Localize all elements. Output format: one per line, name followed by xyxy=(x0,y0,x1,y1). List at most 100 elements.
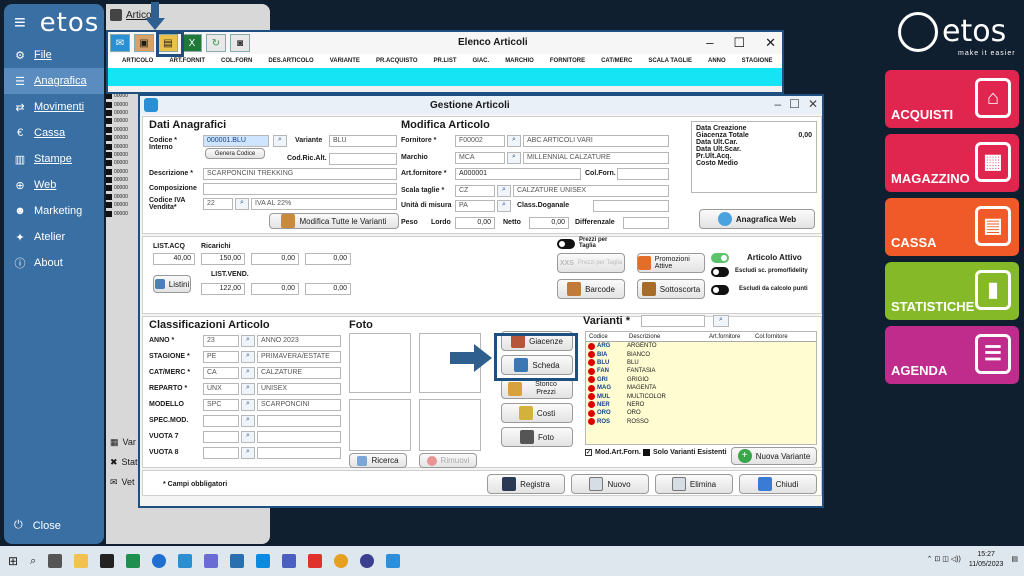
table-row[interactable]: ARG ARGENTO xyxy=(586,342,816,350)
solo-varianti-checkbox[interactable]: Solo Varianti Esistenti xyxy=(643,449,727,456)
minimize-icon[interactable]: – xyxy=(774,97,781,111)
anagrafica-web-button[interactable]: Anagrafica Web xyxy=(699,209,815,229)
modifica-varianti-button[interactable]: Modifica Tutte le Varianti xyxy=(269,213,399,229)
table-row[interactable]: BIA BIANCO xyxy=(586,350,816,359)
search-icon[interactable]: ⌕ xyxy=(241,415,255,427)
maximize-icon[interactable]: ☐ xyxy=(733,35,745,51)
table-row[interactable]: FAN FANTASIA xyxy=(586,367,816,375)
tile-statistiche[interactable]: STATISTICHE ▮ xyxy=(885,262,1019,320)
column-header[interactable]: VARIANTE xyxy=(330,58,360,64)
table-row[interactable]: ROS ROSSO xyxy=(586,418,816,426)
column-header[interactable]: FORNITORE xyxy=(550,58,585,64)
marchio-desc-field[interactable]: MILLENNIAL CALZATURE xyxy=(523,152,669,164)
listini-button[interactable]: Listini xyxy=(153,275,191,293)
tray-icons[interactable]: ⌃ ⊡ ◫ ◁)) xyxy=(927,555,961,565)
fornitore-code-field[interactable]: F00002 xyxy=(455,135,505,147)
classificazione-desc-field[interactable] xyxy=(257,447,341,459)
tile-acquisti[interactable]: ACQUISTI ⌂ xyxy=(885,70,1019,128)
sidebar-item-web[interactable]: ⊕ Web xyxy=(4,172,104,198)
search-icon[interactable]: ⌕ xyxy=(507,135,521,147)
sidebar-item-anagrafica[interactable]: ☰ Anagrafica xyxy=(4,68,104,94)
search-icon[interactable]: ⌕ xyxy=(241,335,255,347)
search-icon[interactable]: ⌕ xyxy=(241,351,255,363)
search-icon[interactable]: ⌕ xyxy=(497,185,511,197)
classificazione-code-field[interactable]: CA xyxy=(203,367,239,379)
classificazione-code-field[interactable] xyxy=(203,447,239,459)
teams-icon[interactable] xyxy=(282,554,297,568)
search-icon[interactable]: ⌕ xyxy=(497,200,511,212)
column-header[interactable]: SCALA TAGLIE xyxy=(648,58,692,64)
app-green-icon[interactable] xyxy=(126,554,141,568)
column-header[interactable]: COL.FORN xyxy=(221,58,252,64)
nuova-variante-button[interactable]: + Nuova Variante xyxy=(731,447,817,465)
edge-icon[interactable] xyxy=(152,554,167,568)
column-header[interactable]: DES.ARTICOLO xyxy=(268,58,313,64)
varianti-search-field[interactable] xyxy=(641,315,705,327)
column-header[interactable]: Art.fornitore xyxy=(706,334,752,340)
search-icon[interactable]: ⌕ xyxy=(241,431,255,443)
sidebar-item-movimenti[interactable]: ⇄ Movimenti xyxy=(4,94,104,120)
cod-ric-alt-field[interactable] xyxy=(329,153,397,165)
sidebar-item-atelier[interactable]: ✦ Atelier xyxy=(4,224,104,250)
articolo-attivo-toggle[interactable] xyxy=(711,253,729,263)
column-header[interactable]: Codice xyxy=(586,334,626,340)
class-doganale-field[interactable] xyxy=(593,200,669,212)
foto-button[interactable]: Foto xyxy=(501,427,573,447)
list-vend-2-field[interactable]: 0,00 xyxy=(251,283,299,295)
art-fornitore-field[interactable]: A000001 xyxy=(455,168,581,180)
classificazione-code-field[interactable]: UNX xyxy=(203,383,239,395)
list-vend-1-field[interactable]: 122,00 xyxy=(201,283,245,295)
windows-start-icon[interactable]: ⊞ xyxy=(8,554,18,568)
escludi-calcolo-toggle[interactable] xyxy=(711,285,729,295)
sidebar-item-cassa[interactable]: € Cassa xyxy=(4,120,104,146)
registra-button[interactable]: Registra xyxy=(487,474,565,494)
prezzi-taglia-toggle[interactable] xyxy=(557,239,575,249)
codice-iva-code-field[interactable]: 22 xyxy=(203,198,233,210)
column-header[interactable]: MARCHIO xyxy=(505,58,534,64)
ricerca-button[interactable]: Ricerca xyxy=(349,453,407,468)
classificazione-desc-field[interactable]: UNISEX xyxy=(257,383,341,395)
scala-desc-field[interactable]: CALZATURE UNISEX xyxy=(513,185,669,197)
camera-icon[interactable]: ◙ xyxy=(230,34,250,52)
refresh-icon[interactable]: ↻ xyxy=(206,34,226,52)
column-header[interactable]: STAGIONE xyxy=(742,58,773,64)
marchio-code-field[interactable]: MCA xyxy=(455,152,505,164)
nuovo-button[interactable]: Nuovo xyxy=(571,474,649,494)
search-icon[interactable]: ⌕ xyxy=(30,555,36,568)
tile-magazzino[interactable]: MAGAZZINO ▦ xyxy=(885,134,1019,192)
classificazione-desc-field[interactable]: ANNO 2023 xyxy=(257,335,341,347)
codice-field[interactable]: 000001.BLU xyxy=(203,135,269,147)
search-icon[interactable]: ⌕ xyxy=(507,152,521,164)
close-button[interactable]: ⏻ Close xyxy=(14,519,61,532)
app-red-icon[interactable] xyxy=(308,554,323,568)
minimize-icon[interactable]: – xyxy=(706,35,713,51)
prezzi-per-taglia-button[interactable]: XXS Prezzi per Taglia xyxy=(557,253,625,273)
classificazione-code-field[interactable]: 23 xyxy=(203,335,239,347)
variante-field[interactable]: BLU xyxy=(329,135,397,147)
photo-slot-1[interactable] xyxy=(349,333,411,393)
column-header[interactable]: PR.LIST xyxy=(434,58,457,64)
composizione-field[interactable] xyxy=(203,183,397,195)
classificazione-desc-field[interactable]: CALZATURE xyxy=(257,367,341,379)
search-icon[interactable]: ⌕ xyxy=(241,367,255,379)
list-vend-3-field[interactable]: 0,00 xyxy=(305,283,351,295)
ricarico-3-field[interactable]: 0,00 xyxy=(305,253,351,265)
sottoscorta-button[interactable]: Sottoscorta xyxy=(637,279,705,299)
fornitore-desc-field[interactable]: ABC ARTICOLI VARI xyxy=(523,135,669,147)
table-row[interactable]: GRI GRIGIO xyxy=(586,376,816,384)
sidebar-item-file[interactable]: ⚙ File xyxy=(4,42,104,68)
descrizione-field[interactable]: SCARPONCINI TREKKING xyxy=(203,168,397,180)
chrome-icon[interactable] xyxy=(334,554,349,568)
ricarico-2-field[interactable]: 0,00 xyxy=(251,253,299,265)
table-row[interactable]: ORO ORO xyxy=(586,409,816,417)
elenco-filter-row[interactable] xyxy=(108,68,782,86)
notifications-icon[interactable]: ▤ xyxy=(1011,555,1018,565)
terminal-icon[interactable] xyxy=(100,554,115,568)
column-header[interactable]: ART.FORNIT xyxy=(169,58,205,64)
sidebar-item-marketing[interactable]: ☻ Marketing xyxy=(4,198,104,224)
mod-art-forn-checkbox[interactable]: ✓ Mod.Art.Forn. xyxy=(585,449,641,456)
elimina-button[interactable]: Elimina xyxy=(655,474,733,494)
rimuovi-button[interactable]: Rimuovi xyxy=(419,453,477,468)
lordo-field[interactable]: 0,00 xyxy=(455,217,495,229)
codice-iva-desc-field[interactable]: IVA AL 22% xyxy=(251,198,397,210)
